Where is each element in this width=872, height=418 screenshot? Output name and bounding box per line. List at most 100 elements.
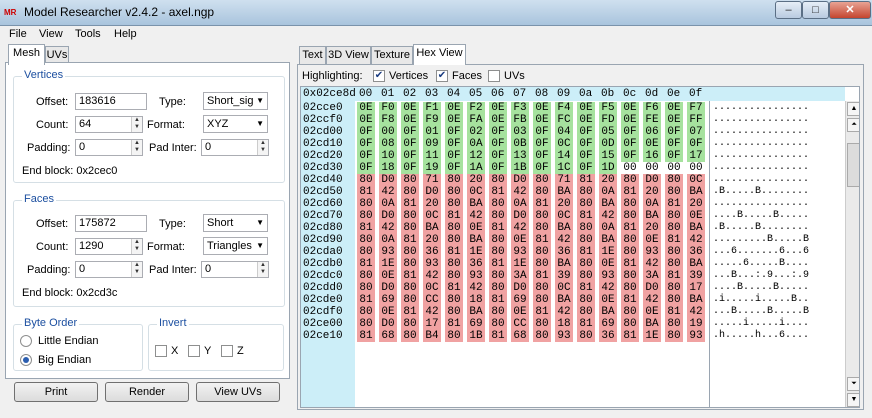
hex-byte-cell[interactable]: CC [511,318,529,330]
hex-byte-cell[interactable]: 0F [533,162,551,174]
hex-byte-cell[interactable]: 81 [577,246,595,258]
hex-byte-cell[interactable]: 39 [687,270,705,282]
hex-byte-cell[interactable]: 80 [489,246,507,258]
hex-byte-cell[interactable]: 80 [621,210,639,222]
hex-byte-cell[interactable]: 14 [555,150,573,162]
hex-byte-cell[interactable]: 81 [401,306,419,318]
minimize-button[interactable]: – [775,1,802,19]
hex-byte-cell[interactable]: 0A [643,198,661,210]
hex-byte-cell[interactable]: 42 [379,186,397,198]
hex-byte-cell[interactable]: 00 [379,126,397,138]
hex-byte-cell[interactable]: F2 [467,102,485,114]
hex-byte-cell[interactable]: 81 [665,306,683,318]
hex-byte-cell[interactable]: 0E [621,114,639,126]
vertices-padding-stepper[interactable]: 0 ▲ ▼ [75,139,143,156]
scroll-down-icon[interactable]: ⏷ [847,377,859,391]
hex-byte-cell[interactable]: 81 [357,222,375,234]
hex-byte-cell[interactable]: 0C [555,138,573,150]
hex-byte-cell[interactable]: 80 [357,246,375,258]
hex-byte-cell[interactable]: D0 [643,174,661,186]
hex-byte-cell[interactable]: 1E [467,246,485,258]
hex-byte-cell[interactable]: 42 [423,270,441,282]
spin-arrows-icon[interactable]: ▲ ▼ [257,262,268,277]
hex-byte-cell[interactable]: 3A [511,270,529,282]
hex-byte-cell[interactable]: 80 [357,318,375,330]
hex-byte-cell[interactable]: 80 [489,318,507,330]
hex-byte-cell[interactable]: 0E [511,306,529,318]
hex-byte-cell[interactable]: 80 [665,258,683,270]
spin-arrows-icon[interactable]: ▲ ▼ [131,140,142,155]
hex-byte-cell[interactable]: 0C [423,210,441,222]
menu-help[interactable]: Help [114,28,137,40]
hex-byte-cell[interactable]: 80 [665,186,683,198]
hex-byte-cell[interactable]: 02 [467,126,485,138]
hex-byte-cell[interactable]: 80 [445,294,463,306]
hex-byte-cell[interactable]: 0E [599,258,617,270]
hex-byte-cell[interactable]: BA [599,198,617,210]
hex-byte-cell[interactable]: 0F [665,150,683,162]
hex-byte-cell[interactable]: 0E [401,114,419,126]
hex-byte-cell[interactable]: F4 [555,102,573,114]
hex-byte-cell[interactable]: 0F [357,150,375,162]
hex-byte-cell[interactable]: D0 [379,174,397,186]
hex-byte-cell[interactable]: 93 [599,270,617,282]
hex-byte-cell[interactable]: 93 [643,246,661,258]
hex-byte-cell[interactable]: 80 [577,198,595,210]
big-endian-radio[interactable] [20,354,32,366]
vertices-format-select[interactable]: XYZ ▼ [203,115,268,133]
spin-arrows-icon[interactable]: ▲ ▼ [257,140,268,155]
hex-byte-cell[interactable]: 0F [621,126,639,138]
hex-byte-cell[interactable]: 20 [555,198,573,210]
hex-byte-cell[interactable]: CC [423,294,441,306]
hex-byte-cell[interactable]: 80 [445,222,463,234]
hex-byte-cell[interactable]: 80 [445,258,463,270]
hex-byte-cell[interactable]: 80 [533,294,551,306]
hex-byte-cell[interactable]: 0F [533,126,551,138]
spin-arrows-icon[interactable]: ▲ ▼ [131,239,142,254]
hex-byte-cell[interactable]: BA [555,258,573,270]
hex-byte-cell[interactable]: 81 [533,306,551,318]
hex-byte-cell[interactable]: 0F [445,150,463,162]
hex-byte-cell[interactable]: 0E [577,102,595,114]
hex-byte-cell[interactable]: 80 [445,330,463,342]
hex-byte-cell[interactable]: BA [643,210,661,222]
hex-byte-cell[interactable]: 0E [577,114,595,126]
hex-byte-cell[interactable]: 07 [687,126,705,138]
hex-byte-cell[interactable]: 81 [357,330,375,342]
hex-byte-cell[interactable]: 80 [621,270,639,282]
hex-byte-cell[interactable]: 0D [599,138,617,150]
hex-byte-cell[interactable]: 81 [665,270,683,282]
hex-byte-cell[interactable]: 04 [555,126,573,138]
hex-byte-cell[interactable]: 80 [489,270,507,282]
hex-byte-cell[interactable]: 0F [489,138,507,150]
hex-byte-cell[interactable]: 0F [357,162,375,174]
hex-byte-cell[interactable]: 80 [489,234,507,246]
hex-byte-cell[interactable]: BA [555,222,573,234]
hex-byte-cell[interactable]: 0E [401,102,419,114]
hex-byte-cell[interactable]: 0C [555,282,573,294]
hex-byte-cell[interactable]: 17 [687,150,705,162]
hex-byte-cell[interactable]: 0F [445,126,463,138]
hex-byte-cell[interactable]: 80 [357,306,375,318]
hex-byte-cell[interactable]: 80 [665,294,683,306]
hex-byte-cell[interactable]: 12 [467,150,485,162]
hex-byte-cell[interactable]: 01 [423,126,441,138]
little-endian-radio[interactable] [20,335,32,347]
hex-byte-cell[interactable]: 93 [687,330,705,342]
hex-byte-cell[interactable]: 20 [599,174,617,186]
hex-byte-cell[interactable]: D0 [379,210,397,222]
hex-byte-cell[interactable]: 0E [445,102,463,114]
view-uvs-button[interactable]: View UVs [196,382,280,402]
invert-x-checkbox[interactable] [155,345,167,357]
hex-byte-cell[interactable]: 00 [665,162,683,174]
hex-byte-cell[interactable]: F5 [599,102,617,114]
hex-byte-cell[interactable]: 0F [577,150,595,162]
hex-byte-cell[interactable]: BA [599,306,617,318]
print-button[interactable]: Print [14,382,98,402]
hex-byte-cell[interactable]: 0F [687,138,705,150]
hex-byte-cell[interactable]: BA [687,294,705,306]
hex-byte-cell[interactable]: 0E [687,210,705,222]
hex-byte-cell[interactable]: 0F [577,126,595,138]
hex-byte-cell[interactable]: 00 [687,162,705,174]
hex-byte-cell[interactable]: 0A [379,234,397,246]
